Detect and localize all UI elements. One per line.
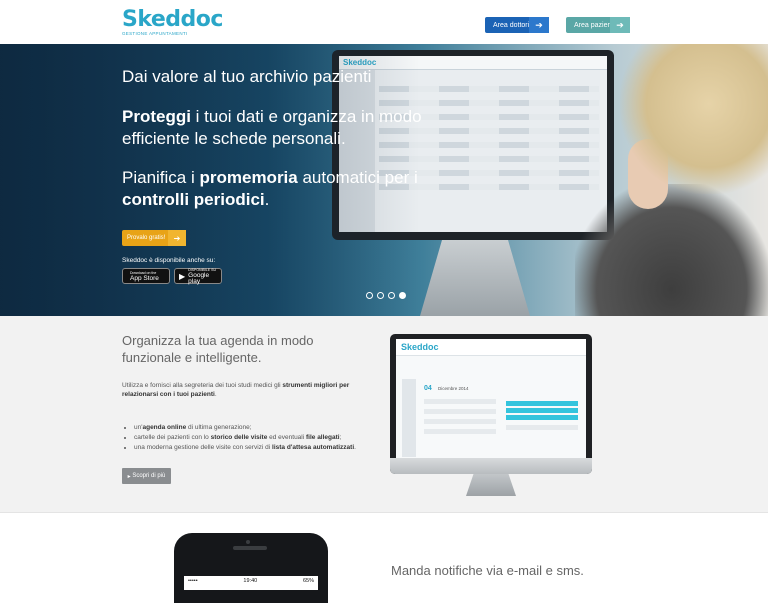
logo-text: Skeddoc	[122, 7, 223, 32]
phone-speaker	[233, 546, 267, 550]
screen-appointment	[506, 408, 578, 413]
hero-title: Dai valore al tuo archivio pazienti	[122, 67, 372, 86]
learn-more-button[interactable]: ▸ Scopri di più	[122, 468, 171, 484]
arrow-right-icon: ➔	[610, 17, 630, 33]
agenda-text: Utilizza e fornisci alla segreteria dei …	[122, 381, 362, 399]
app-store-badge[interactable]: Download on the App Store	[122, 268, 170, 284]
list-item: cartelle dei pazienti con lo storico del…	[134, 433, 364, 442]
phone-status-bar: ••••• 19:40 65%	[184, 578, 318, 584]
agenda-text-b: .	[214, 391, 217, 398]
screen-row	[424, 419, 496, 424]
learn-more-label: Scopri di più	[132, 473, 166, 479]
hero-monitor-stand	[420, 240, 530, 316]
notifications-title: Manda notifiche via e-mail e sms.	[391, 563, 584, 578]
try-free-label: Provalo gratis!	[127, 235, 166, 241]
doctors-area-button[interactable]: Area dottori ➔	[485, 17, 549, 33]
doctors-area-label: Area dottori	[493, 21, 530, 29]
imac-screen-logo: Skeddoc	[401, 342, 439, 352]
imac-screen: Skeddoc 04 Dicembre 2014	[396, 339, 586, 463]
imac-stand	[466, 474, 516, 496]
hero-line-2-bold-1: promemoria	[199, 168, 298, 187]
hero-line-2-a: Pianifica i	[122, 168, 200, 187]
try-free-button[interactable]: Provalo gratis! ➔	[122, 230, 186, 246]
phone-camera	[246, 540, 250, 544]
signal-icon: •••••	[188, 578, 198, 584]
phone-image	[174, 533, 328, 603]
screen-row	[506, 425, 578, 430]
patients-area-label: Area pazienti	[574, 21, 615, 29]
agenda-text-a: Utilizza e fornisci alla segreteria dei …	[122, 382, 283, 389]
imac-screen-topbar: Skeddoc	[396, 339, 586, 356]
imac-screen-date: Dicembre 2014	[438, 386, 469, 391]
carousel-dot-3[interactable]	[388, 292, 395, 299]
hero-line-2-b: automatici per i	[297, 168, 418, 187]
logo[interactable]: Skeddoc GESTIONE APPUNTAMENTI	[122, 7, 223, 37]
phone-screen: ••••• 19:40 65%	[184, 576, 318, 590]
list-item: un'agenda online di ultima generazione;	[134, 423, 364, 432]
phone-time: 19:40	[243, 578, 258, 584]
imac-screen-sidebar	[402, 379, 416, 457]
app-store-label: App Store	[130, 275, 159, 282]
hero-line-1: Proteggi i tuoi dati e organizza in modo…	[122, 106, 422, 150]
site-header: Skeddoc GESTIONE APPUNTAMENTI Area dotto…	[0, 0, 768, 44]
google-play-icon: ▶	[179, 271, 186, 281]
agenda-feature-list: un'agenda online di ultima generazione; …	[134, 423, 364, 453]
agenda-section	[0, 316, 768, 512]
hero-line-2-bold-2: controlli periodici	[122, 190, 265, 209]
carousel-dot-1[interactable]	[366, 292, 373, 299]
hero-line-2: Pianifica i promemoria automatici per i …	[122, 167, 422, 211]
carousel-dot-2[interactable]	[377, 292, 384, 299]
carousel-dot-4[interactable]	[399, 292, 406, 299]
patients-area-button[interactable]: Area pazienti ➔	[566, 17, 630, 33]
imac-screen-day: 04	[424, 385, 432, 392]
hero-person-hair	[620, 44, 768, 194]
screen-row	[424, 429, 496, 434]
hero-person-body	[575, 184, 768, 316]
arrow-right-icon: ➔	[529, 17, 549, 33]
google-play-badge[interactable]: ▶ DISPONIBILE SU Google play	[174, 268, 222, 285]
screen-row	[424, 399, 496, 404]
list-item: una moderna gestione delle visite con se…	[134, 443, 364, 452]
notifications-section	[0, 512, 768, 590]
google-play-label: Google play	[188, 272, 210, 285]
screen-appointment	[506, 415, 578, 420]
hero-line-1-bold: Proteggi	[122, 107, 191, 126]
imac-chin	[390, 458, 592, 474]
phone-battery: 65%	[302, 578, 314, 584]
available-on-label: Skeddoc è disponibile anche su:	[122, 257, 216, 264]
arrow-right-icon: ➔	[168, 230, 186, 246]
hero-line-2-c: .	[264, 190, 270, 209]
screen-appointment	[506, 401, 578, 406]
agenda-title: Organizza la tua agenda in modo funziona…	[122, 333, 314, 365]
screen-row	[424, 409, 496, 414]
carousel-dots	[366, 292, 406, 299]
